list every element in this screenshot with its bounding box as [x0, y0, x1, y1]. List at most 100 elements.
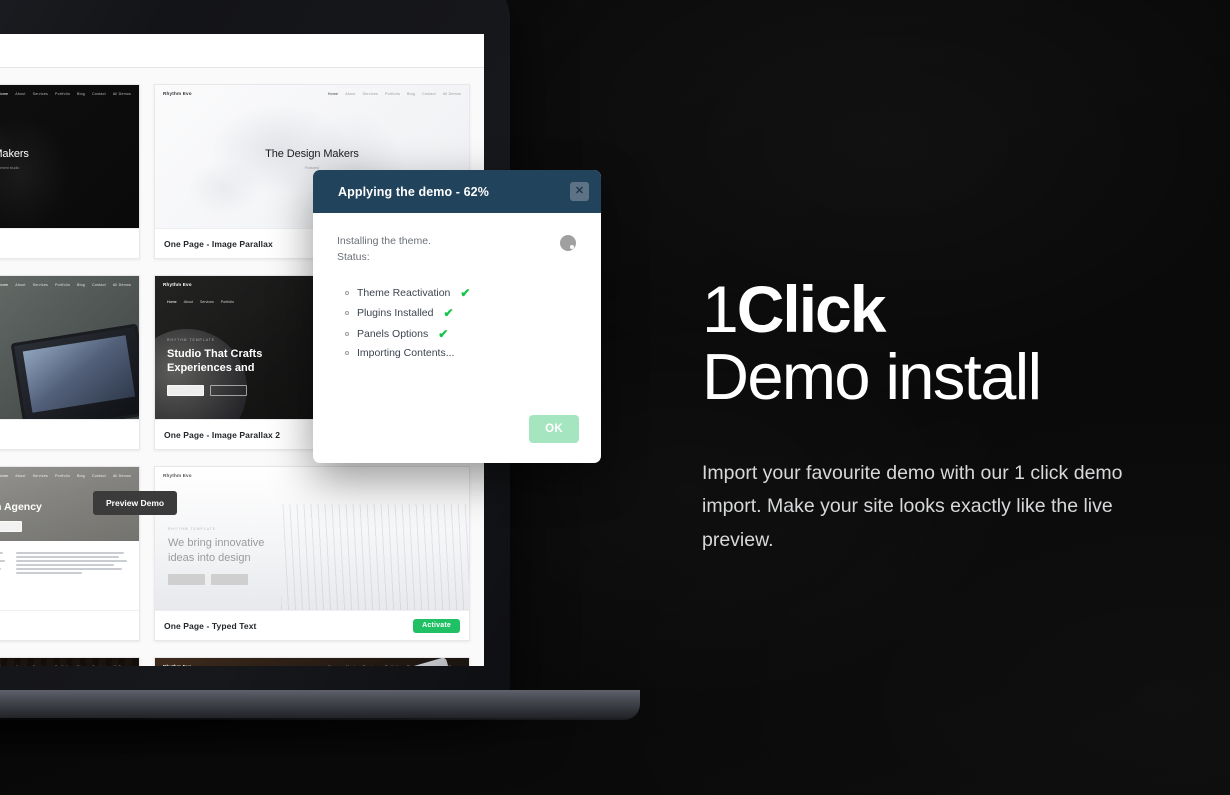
laptop-base: [0, 690, 640, 720]
promo-title: 1Click: [702, 276, 1172, 342]
mini-nav-item: Services: [32, 282, 49, 287]
mini-logo: Rhythm Evo: [163, 282, 192, 287]
preview-demo-tooltip[interactable]: Preview Demo: [93, 491, 178, 515]
mini-nav-item: About: [345, 665, 355, 667]
mini-button: [168, 574, 205, 586]
mini-nav-item: Contact: [92, 282, 106, 287]
mini-nav-item: Services: [362, 91, 379, 96]
mini-site-header: Rhythm Evo Home About Services Portfolio…: [0, 467, 139, 484]
promo-title-one: 1: [702, 272, 739, 346]
demo-thumbnail[interactable]: Rhythm Evo RHYTHM TEMPLATE We bring inno…: [155, 467, 469, 610]
mini-nav-item: Contact: [422, 91, 436, 96]
bullet-icon: [345, 290, 349, 295]
ok-button[interactable]: OK: [529, 415, 579, 443]
bullet-icon: [345, 331, 349, 336]
mini-nav-item: Services: [363, 665, 378, 667]
check-icon: ✔: [443, 306, 454, 321]
demo-card[interactable]: Rhythm Evo Home About Services Portfolio…: [0, 275, 140, 450]
mini-site-header: Rhythm Evo: [155, 467, 469, 484]
modal-status-text: Installing the theme. Status:: [337, 233, 579, 266]
mini-nav-item: All Demos: [112, 91, 131, 96]
mini-hero-subtitle: Rhythm Evo is a Design & Development stu…: [0, 166, 20, 171]
status-item: Importing Contents...: [337, 347, 579, 359]
mini-nav-item: All Demos: [113, 665, 131, 667]
mini-nav-item: All Demos: [443, 665, 461, 667]
mini-hero-title: The Design Makers: [265, 148, 359, 161]
browser-chrome: [0, 34, 484, 68]
mini-nav-item: Portfolio: [55, 91, 71, 96]
mini-site-header: Rhythm Evo Home About Services Portfolio…: [155, 658, 469, 666]
mini-eyebrow: RHYTHM TEMPLATE: [167, 338, 216, 342]
mini-nav-item: About: [15, 91, 26, 96]
mini-button: [211, 574, 248, 586]
bullet-icon: [345, 311, 349, 316]
demo-thumbnail[interactable]: Rhythm Evo Home About Services Portfolio…: [0, 85, 139, 228]
modal-header: Applying the demo - 62% ✕: [313, 170, 601, 213]
mini-nav: Home About Services Portfolio Blog Conta…: [0, 474, 131, 478]
mini-nav-item: Blog: [407, 91, 416, 96]
mini-nav-item: About: [183, 300, 193, 304]
mini-nav: Home About Services Portfolio: [167, 300, 234, 304]
mini-nav-item: Contact: [92, 91, 106, 96]
spinner-icon: [560, 235, 576, 251]
demo-thumbnail[interactable]: Rhythm Evo Home About Services Portfolio…: [0, 467, 139, 610]
mini-nav: Home About Services Portfolio Blog Conta…: [328, 665, 461, 667]
promo-description: Import your favourite demo with our 1 cl…: [702, 461, 1123, 552]
mini-nav-item: Portfolio: [385, 91, 401, 96]
mini-nav-item: Contact: [422, 665, 436, 667]
mini-hero-title: The Design Makers: [0, 148, 29, 161]
mini-nav: Home About Services Portfolio Blog Conta…: [0, 283, 131, 287]
demo-thumbnail[interactable]: Rhythm Evo Home About Services Portfolio…: [0, 276, 139, 419]
mini-hero: The Design Makers Rhythm Evo is a Design…: [0, 148, 139, 170]
mini-nav-item: Services: [32, 473, 49, 478]
demo-card-title: One Page - Image Parallax 2: [164, 429, 281, 440]
mini-nav-item: Blog: [407, 665, 415, 667]
demo-card[interactable]: Rhythm Evo Home About Services Portfolio…: [0, 84, 140, 259]
promo-panel: 1Click Demo install Import your favourit…: [702, 276, 1172, 558]
mini-nav-item: Services: [33, 665, 48, 667]
close-icon[interactable]: ✕: [570, 182, 589, 201]
mini-hero-title: We bring innovative ideas into design: [168, 537, 265, 564]
demo-thumbnail[interactable]: Rhythm Evo Home About Services Portfolio…: [155, 658, 469, 666]
mini-button: [0, 521, 22, 532]
mini-site-header: Rhythm Evo Home About Services Portfolio…: [0, 658, 139, 667]
mini-hero: RHYTHM TEMPLATE We bring innovative idea…: [168, 527, 293, 586]
applying-demo-modal[interactable]: Applying the demo - 62% ✕ Installing the…: [313, 170, 601, 463]
mini-nav-item: Portfolio: [55, 665, 70, 667]
mini-nav-item: Blog: [77, 91, 86, 96]
promo-title-click: Click: [736, 272, 887, 346]
mini-logo: Rhythm Evo: [163, 664, 192, 666]
mini-content-column: [16, 552, 130, 599]
status-item-label: Importing Contents...: [357, 347, 455, 360]
demo-thumbnail[interactable]: Rhythm Evo Home About Services Portfolio…: [0, 658, 139, 666]
mini-nav-item: Services: [200, 300, 214, 304]
status-list: Theme Reactivation ✔ Plugins Installed ✔…: [337, 286, 579, 359]
mini-nav-item: Blog: [77, 473, 86, 478]
mini-button: [167, 384, 204, 396]
status-label: Status:: [337, 251, 370, 264]
status-item-label: Theme Reactivation: [357, 286, 451, 299]
mini-nav-item: All Demos: [112, 473, 131, 478]
demo-card-title: One Page - Typed Text: [164, 620, 257, 631]
mini-logo: Rhythm Evo: [163, 91, 192, 96]
status-item: Panels Options ✔: [337, 327, 579, 341]
demo-card[interactable]: Rhythm Evo Home About Services Portfolio…: [154, 657, 470, 666]
mini-nav-item: About: [345, 91, 356, 96]
modal-footer: OK: [313, 415, 601, 463]
activate-button[interactable]: Activate: [413, 618, 460, 633]
laptop-shadow: [0, 718, 670, 764]
mini-nav-item: Home: [0, 91, 9, 96]
mini-nav-item: Home: [0, 473, 9, 478]
installing-line: Installing the theme.: [337, 235, 431, 247]
mini-nav-item: Portfolio: [55, 473, 71, 478]
demo-card[interactable]: Rhythm Evo RHYTHM TEMPLATE We bring inno…: [154, 466, 470, 641]
mini-nav-item: Services: [32, 91, 49, 96]
status-item-label: Panels Options: [357, 327, 429, 340]
mini-site-header: Rhythm Evo Home About Services Portfolio…: [0, 276, 139, 293]
mini-eyebrow: RHYTHM TEMPLATE: [168, 527, 217, 531]
demo-card[interactable]: Rhythm Evo Home About Services Portfolio…: [0, 657, 140, 666]
mini-nav-item: Portfolio: [55, 282, 71, 287]
demo-card-footer: One Page - Main Demo: [0, 228, 139, 258]
mini-nav-item: Home: [167, 300, 177, 304]
mini-content-column: [0, 552, 8, 599]
